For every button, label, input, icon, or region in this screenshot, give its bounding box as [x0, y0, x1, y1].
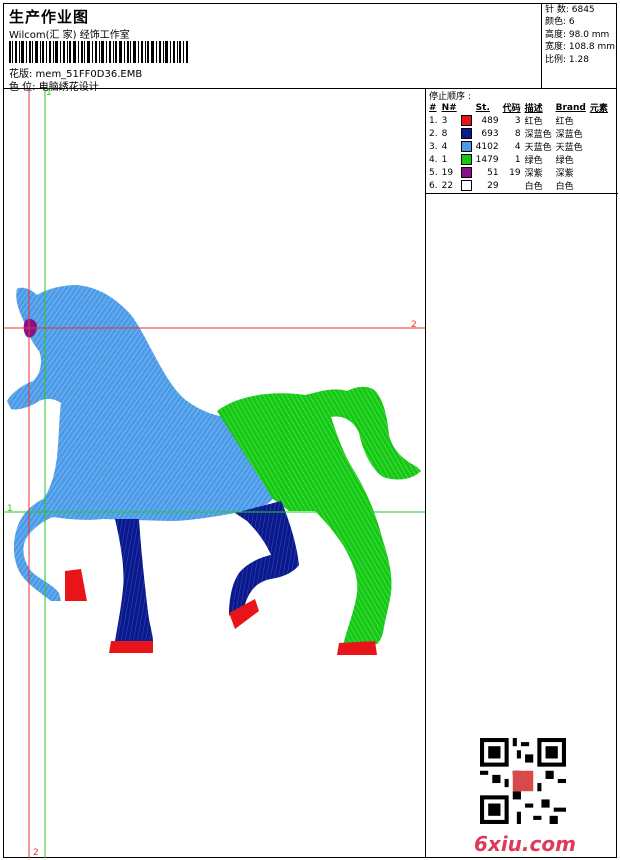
- row-brand: 深紫: [555, 169, 574, 179]
- row-index: 6.: [429, 180, 438, 191]
- row-index: 5.: [429, 167, 438, 178]
- color-swatch: [460, 128, 472, 139]
- row-stitches: 693: [481, 128, 499, 139]
- row-stitches: 489: [481, 115, 499, 126]
- row-swatch: [459, 114, 474, 127]
- row-swatch: [459, 153, 474, 166]
- row-needle: 8: [441, 128, 448, 139]
- row-needle: 22: [441, 180, 454, 191]
- color-swatch: [460, 180, 472, 191]
- company-name: Wilcom(汇 家) 经饰工作室: [9, 30, 130, 41]
- guide-label-horizontal-green: 1: [7, 504, 13, 514]
- row-index: 4.: [429, 154, 438, 165]
- color-swatch: [460, 115, 472, 126]
- stats-box: 针 数: 6845 颜色: 6 高度: 98.0 mm 宽度: 108.8 mm…: [541, 3, 617, 88]
- color-count: 颜色: 6: [545, 17, 575, 28]
- row-index: 1.: [429, 115, 438, 126]
- row-code: 8: [514, 128, 521, 139]
- row-brand: 深蓝色: [555, 130, 583, 140]
- horse-leg-navy-rear: [229, 501, 299, 621]
- design-scale: 比例: 1.28: [545, 54, 589, 65]
- watermark-logo: 6xiu.com: [474, 832, 576, 856]
- row-needle: 3: [441, 115, 448, 126]
- row-code: [501, 179, 523, 192]
- horse-embroidery: [3, 89, 425, 858]
- page-title: 生产作业图: [9, 8, 90, 26]
- divider: [426, 193, 618, 194]
- row-swatch: [459, 127, 474, 140]
- table-row: 2. 8 693 8 深蓝色 深蓝色: [427, 127, 610, 140]
- row-code: 4: [514, 141, 521, 152]
- col-element: 元素: [589, 104, 608, 114]
- row-swatch: [459, 140, 474, 153]
- row-brand: 白色: [555, 182, 574, 192]
- row-stitches: 29: [487, 180, 499, 191]
- col-index: #: [429, 102, 437, 113]
- barcode: [9, 41, 188, 63]
- row-needle: 4: [441, 141, 448, 152]
- qr-code: [480, 738, 566, 824]
- table-row: 4. 1 1479 1 绿色 绿色: [427, 153, 610, 166]
- row-desc: 天蓝色: [524, 143, 552, 153]
- hoof-red-1: [65, 569, 87, 601]
- stitch-count: 针 数: 6845: [545, 5, 595, 15]
- row-desc: 深紫: [524, 169, 543, 179]
- color-swatch: [460, 154, 472, 165]
- table-row: 3. 4 4102 4 天蓝色 天蓝色: [427, 140, 610, 153]
- design-height: 高度: 98.0 mm: [545, 29, 610, 40]
- guide-label-vertical-green: 1: [46, 88, 52, 98]
- row-needle: 19: [441, 167, 454, 178]
- row-desc: 红色: [524, 117, 543, 127]
- row-element: [588, 153, 610, 166]
- col-code: 代码: [502, 104, 521, 114]
- table-row: 1. 3 489 3 红色 红色: [427, 114, 610, 127]
- col-needle: N#: [441, 102, 457, 113]
- row-index: 3.: [429, 141, 438, 152]
- guide-label-horizontal-red: 2: [411, 320, 417, 330]
- row-stitches: 4102: [475, 141, 499, 152]
- row-element: [588, 179, 610, 192]
- col-stitches: St.: [475, 102, 490, 113]
- row-element: [588, 114, 610, 127]
- row-index: 2.: [429, 128, 438, 139]
- color-swatch: [460, 167, 472, 178]
- row-code: 1: [514, 154, 521, 165]
- row-needle: 1: [441, 154, 448, 165]
- row-desc: 深蓝色: [524, 130, 552, 140]
- color-swatch: [460, 141, 472, 152]
- row-brand: 绿色: [555, 156, 574, 166]
- row-desc: 白色: [524, 182, 543, 192]
- row-element: [588, 140, 610, 153]
- hoof-red-2: [109, 641, 153, 653]
- row-element: [588, 166, 610, 179]
- design-width: 宽度: 108.8 mm: [545, 42, 616, 53]
- table-row: 5. 19 51 19 深紫 深紫: [427, 166, 610, 179]
- row-stitches: 1479: [475, 154, 499, 165]
- header: 生产作业图 Wilcom(汇 家) 经饰工作室 花版: mem_51FF0D36…: [3, 3, 617, 93]
- col-swatch: [459, 101, 474, 114]
- row-swatch: [459, 166, 474, 179]
- table-row: 6. 22 29 白色 白色: [427, 179, 610, 192]
- row-code: 19: [509, 167, 521, 178]
- horse-leg-navy-front: [115, 519, 153, 641]
- row-code: 3: [514, 115, 521, 126]
- guide-label-vertical-red: 2: [33, 848, 39, 858]
- row-brand: 红色: [555, 117, 574, 127]
- row-swatch: [459, 179, 474, 192]
- hoof-red-4: [337, 641, 377, 655]
- col-brand: Brand: [555, 102, 586, 113]
- row-element: [588, 127, 610, 140]
- row-brand: 天蓝色: [555, 143, 583, 153]
- row-desc: 绿色: [524, 156, 543, 166]
- row-stitches: 51: [487, 167, 499, 178]
- table-header-row: # N# St. 代码 描述 Brand 元素: [427, 101, 610, 115]
- stop-sequence-table: # N# St. 代码 描述 Brand 元素 1. 3 489 3 红色 红色 2. 8 69…: [427, 101, 610, 193]
- col-desc: 描述: [524, 104, 543, 114]
- design-canvas: [3, 89, 425, 858]
